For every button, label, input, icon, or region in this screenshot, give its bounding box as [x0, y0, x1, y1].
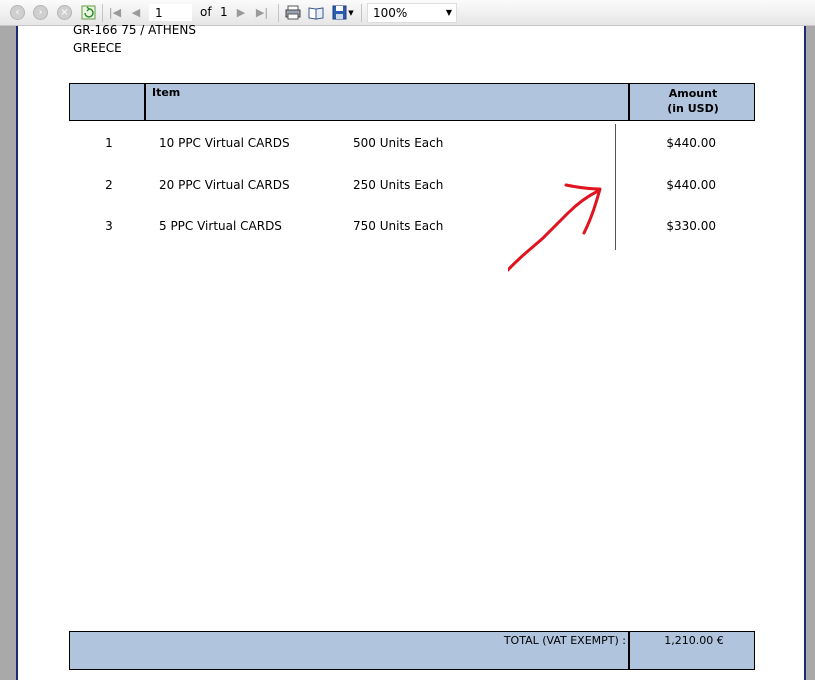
previous-page-button[interactable]: ◀	[130, 4, 142, 21]
row-item: 5 PPC Virtual CARDS	[159, 219, 282, 233]
forward-button[interactable]: ›	[33, 4, 48, 21]
refresh-button[interactable]	[80, 4, 96, 21]
save-icon	[332, 5, 347, 20]
table-row: 3 5 PPC Virtual CARDS 750 Units Each $33…	[18, 219, 808, 237]
forward-icon: ›	[33, 5, 48, 20]
header-amount-label: Amount	[668, 87, 718, 100]
export-button[interactable]: ▼	[331, 4, 355, 21]
header-amount-unit: (in USD)	[667, 102, 719, 115]
last-page-button[interactable]: ▶|	[255, 4, 269, 21]
next-page-icon: ▶	[236, 6, 246, 19]
toolbar-separator	[361, 4, 362, 22]
address-line-country: GREECE	[73, 41, 122, 55]
toolbar-separator	[102, 4, 103, 22]
first-page-button[interactable]: |◀	[108, 4, 122, 21]
total-divider	[628, 632, 630, 669]
header-amount: Amount (in USD)	[632, 86, 754, 116]
table-row: 2 20 PPC Virtual CARDS 250 Units Each $4…	[18, 178, 808, 196]
row-number: 3	[105, 219, 113, 233]
stop-icon: ×	[57, 5, 72, 20]
print-button[interactable]	[284, 4, 301, 21]
total-pages-label: 1	[220, 5, 228, 19]
row-number: 2	[105, 178, 113, 192]
total-row: TOTAL (VAT EXEMPT) : 1,210.00 €	[69, 631, 755, 670]
last-page-icon: ▶|	[255, 6, 269, 19]
dropdown-arrow-icon: ▼	[348, 8, 354, 17]
column-divider-line	[615, 124, 616, 250]
row-item: 10 PPC Virtual CARDS	[159, 136, 290, 150]
printer-icon	[285, 5, 300, 20]
first-page-icon: |◀	[108, 6, 122, 19]
refresh-icon	[81, 5, 95, 20]
table-header: Item Amount (in USD)	[69, 83, 755, 121]
back-icon: ‹	[10, 5, 25, 20]
chevron-down-icon: ▼	[445, 8, 452, 17]
total-label: TOTAL (VAT EXEMPT) :	[503, 634, 626, 647]
back-button[interactable]: ‹	[10, 4, 25, 21]
stop-button[interactable]: ×	[57, 4, 72, 21]
address-line-city: GR-166 75 / ATHENS	[73, 23, 196, 37]
row-item: 20 PPC Virtual CARDS	[159, 178, 290, 192]
page-layout-button[interactable]	[307, 4, 325, 21]
row-units: 500 Units Each	[353, 136, 444, 150]
row-units: 750 Units Each	[353, 219, 444, 233]
header-divider	[628, 84, 630, 120]
row-units: 250 Units Each	[353, 178, 444, 192]
total-value: 1,210.00 €	[664, 634, 724, 647]
row-number: 1	[105, 136, 113, 150]
zoom-value: 100%	[373, 6, 408, 20]
row-amount: $330.00	[666, 219, 716, 233]
next-page-button[interactable]: ▶	[235, 4, 247, 21]
table-row: 1 10 PPC Virtual CARDS 500 Units Each $4…	[18, 136, 808, 154]
row-amount: $440.00	[666, 136, 716, 150]
toolbar-separator	[278, 4, 279, 22]
zoom-select[interactable]: 100% ▼	[367, 3, 457, 23]
row-amount: $440.00	[666, 178, 716, 192]
page-of-label: of	[200, 5, 212, 19]
header-divider	[144, 84, 146, 120]
header-item: Item	[152, 86, 181, 99]
current-page-input[interactable]: 1	[149, 4, 192, 21]
annotation-arrow-icon	[508, 183, 602, 273]
report-page: GR-166 75 / ATHENS GREECE Item Amount (i…	[16, 23, 808, 680]
previous-page-icon: ◀	[131, 6, 141, 19]
book-icon	[308, 7, 323, 20]
